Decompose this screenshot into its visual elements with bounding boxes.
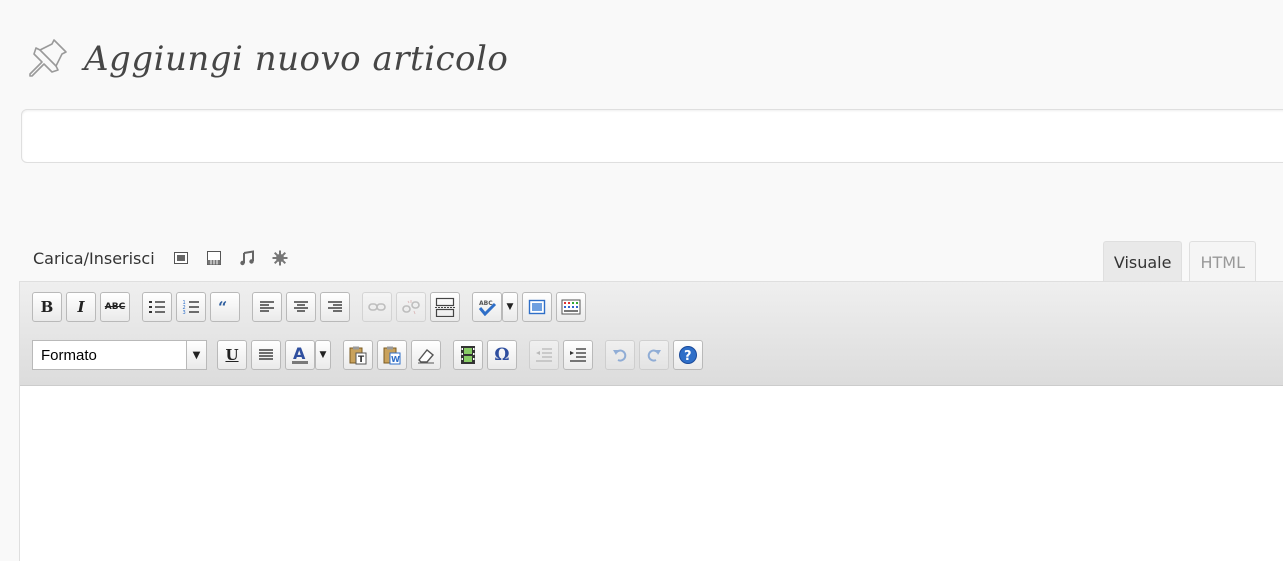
undo-button[interactable]	[605, 340, 635, 370]
align-left-icon	[260, 301, 274, 312]
toolbar-row-1: B I ABC 123 “ ABC ▼	[32, 292, 590, 322]
text-color-button[interactable]: A	[285, 340, 315, 370]
paste-text-button[interactable]: T	[343, 340, 373, 370]
fullscreen-button[interactable]	[522, 292, 552, 322]
bullet-list-button[interactable]	[142, 292, 172, 322]
format-select-arrow[interactable]: ▼	[187, 340, 207, 370]
svg-text:3: 3	[183, 310, 186, 315]
upload-insert-label: Carica/Inserisci	[33, 248, 155, 268]
paste-text-icon: T	[349, 346, 367, 365]
underline-icon: U	[225, 346, 239, 364]
numbered-list-button[interactable]: 123	[176, 292, 206, 322]
align-center-button[interactable]	[286, 292, 316, 322]
redo-icon	[647, 349, 661, 362]
editor-container: B I ABC 123 “ ABC ▼ Formato ▼ U A ▼ T W …	[19, 281, 1283, 561]
toolbar-row-2: Formato ▼ U A ▼ T W Ω ?	[32, 340, 707, 370]
bold-button[interactable]: B	[32, 292, 62, 322]
unlink-button[interactable]	[396, 292, 426, 322]
italic-button[interactable]: I	[66, 292, 96, 322]
chevron-down-icon: ▼	[192, 349, 201, 361]
editor-content-area[interactable]	[20, 386, 1283, 561]
spellcheck-button[interactable]: ABC	[472, 292, 502, 322]
pushpin-icon	[29, 39, 67, 77]
tab-visual[interactable]: Visuale	[1102, 241, 1183, 282]
chevron-down-icon: ▼	[506, 302, 514, 312]
media-buttons: Carica/Inserisci	[33, 246, 305, 270]
special-character-button[interactable]: Ω	[487, 340, 517, 370]
help-button[interactable]: ?	[673, 340, 703, 370]
align-left-button[interactable]	[252, 292, 282, 322]
unlink-icon	[402, 300, 420, 315]
add-media-icon[interactable]	[272, 250, 288, 266]
remove-format-button[interactable]	[411, 340, 441, 370]
svg-text:“: “	[218, 300, 227, 314]
fullscreen-icon	[528, 299, 546, 315]
insert-link-button[interactable]	[362, 292, 392, 322]
editor-toolbar: B I ABC 123 “ ABC ▼ Formato ▼ U A ▼ T W …	[20, 282, 1283, 386]
indent-button[interactable]	[563, 340, 593, 370]
text-color-dropdown[interactable]: ▼	[315, 340, 331, 370]
kitchen-sink-icon	[561, 299, 581, 315]
eraser-icon	[418, 349, 434, 364]
bullet-list-icon	[149, 301, 165, 313]
paste-word-icon: W	[383, 346, 401, 365]
link-icon	[368, 303, 386, 311]
svg-text:T: T	[358, 355, 365, 365]
omega-icon: Ω	[494, 345, 510, 365]
paste-word-button[interactable]: W	[377, 340, 407, 370]
svg-text:W: W	[391, 355, 400, 364]
outdent-button[interactable]	[529, 340, 559, 370]
add-audio-icon[interactable]	[239, 250, 255, 266]
align-right-icon	[328, 301, 342, 312]
numbered-list-icon: 123	[183, 300, 199, 315]
bold-icon: B	[40, 298, 54, 316]
add-video-icon[interactable]	[206, 250, 222, 266]
spellcheck-dropdown[interactable]: ▼	[502, 292, 518, 322]
spellcheck-icon: ABC	[478, 300, 497, 316]
italic-icon: I	[77, 298, 85, 316]
undo-icon	[613, 349, 627, 362]
svg-text:A: A	[293, 345, 306, 363]
post-title-input[interactable]	[21, 109, 1283, 163]
kitchen-sink-button[interactable]	[556, 292, 586, 322]
editor-tabs: Visuale HTML	[1096, 239, 1283, 282]
add-image-icon[interactable]	[173, 250, 189, 266]
strikethrough-icon: ABC	[104, 302, 126, 312]
chevron-down-icon: ▼	[319, 350, 327, 360]
align-right-button[interactable]	[320, 292, 350, 322]
strikethrough-button[interactable]: ABC	[100, 292, 130, 322]
insert-more-tag-button[interactable]	[430, 292, 460, 322]
format-select[interactable]: Formato	[32, 340, 187, 370]
tab-html[interactable]: HTML	[1189, 241, 1256, 282]
blockquote-button[interactable]: “	[210, 292, 240, 322]
page-title: Aggiungi nuovo articolo	[84, 39, 509, 79]
page-heading: Aggiungi nuovo articolo	[24, 34, 508, 84]
underline-button[interactable]: U	[217, 340, 247, 370]
film-icon	[461, 346, 475, 364]
redo-button[interactable]	[639, 340, 669, 370]
quote-icon: “	[218, 300, 227, 314]
text-color-icon: A	[292, 345, 308, 364]
insert-media-button[interactable]	[453, 340, 483, 370]
indent-icon	[570, 348, 586, 362]
justify-icon	[259, 349, 273, 360]
justify-button[interactable]	[251, 340, 281, 370]
align-center-icon	[294, 301, 308, 312]
more-tag-icon	[435, 297, 455, 317]
outdent-icon	[536, 348, 552, 362]
help-icon: ?	[679, 346, 697, 364]
svg-text:?: ?	[684, 349, 692, 364]
